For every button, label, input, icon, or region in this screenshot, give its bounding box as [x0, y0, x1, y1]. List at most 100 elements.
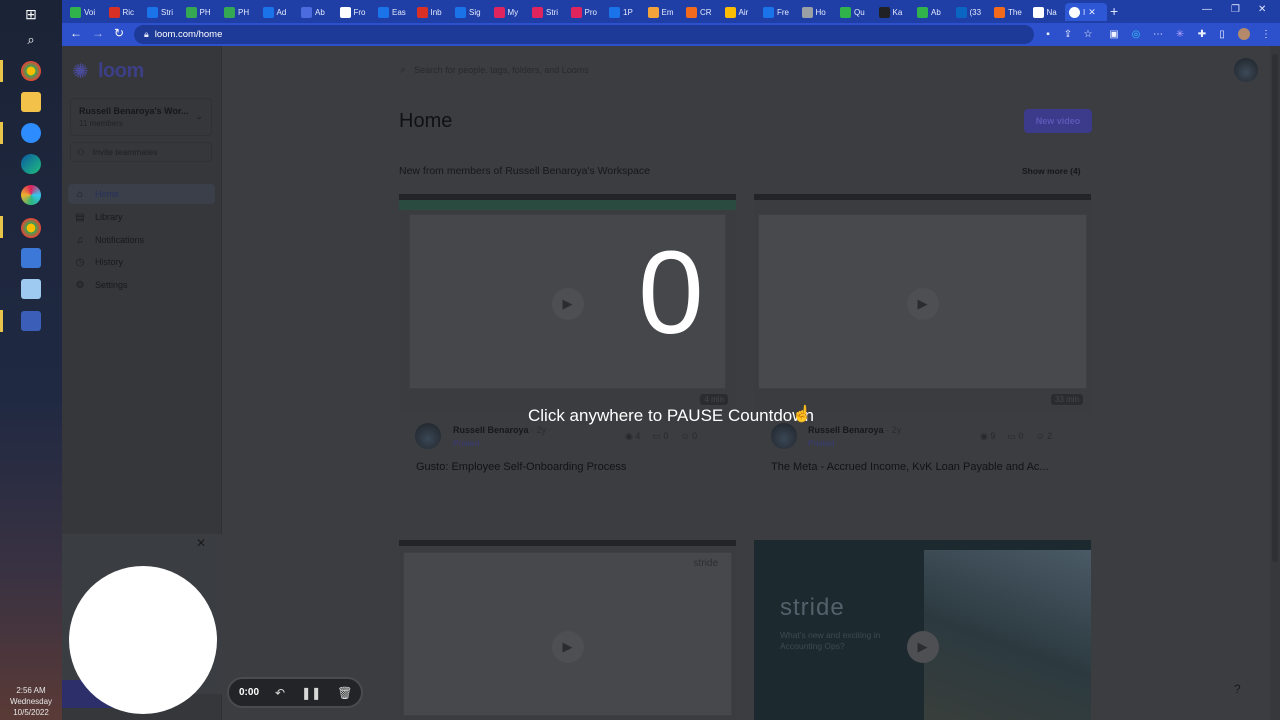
calculator-icon[interactable] — [21, 311, 41, 331]
tab-label: My — [507, 7, 519, 17]
close-window-icon[interactable]: ✕ — [1258, 4, 1266, 15]
search-icon[interactable]: ⌕ — [21, 30, 41, 50]
tab-label: Eas — [392, 7, 406, 17]
reload-icon[interactable]: ↻ — [114, 26, 124, 40]
tab-label: Voi — [84, 7, 96, 17]
browser-tab[interactable]: CR — [686, 3, 721, 21]
restart-icon[interactable]: ↶ — [275, 686, 285, 700]
extension-1-icon[interactable]: ▣ — [1108, 28, 1120, 40]
loom-extension-icon[interactable]: ✳ — [1174, 28, 1186, 40]
browser-tab[interactable]: Ab — [917, 3, 952, 21]
bookmark-star-icon[interactable]: ☆ — [1082, 28, 1094, 40]
share-icon[interactable]: ⇪ — [1062, 28, 1074, 40]
extension-2-icon[interactable]: ◎ — [1130, 28, 1142, 40]
countdown-overlay[interactable]: 0 Click anywhere to PAUSE Countdown — [62, 46, 1280, 720]
browser-tab[interactable]: PH — [185, 3, 221, 21]
lock-icon: 🔒︎ — [144, 29, 149, 39]
chrome-menu-icon[interactable]: ⋮ — [1260, 28, 1272, 40]
tab-favicon-icon — [570, 6, 582, 18]
camera-bubble[interactable] — [69, 566, 217, 714]
browser-tab[interactable]: Stri — [532, 3, 567, 21]
edge-icon[interactable] — [21, 154, 41, 174]
address-bar[interactable]: 🔒︎ loom.com/home — [134, 25, 1034, 44]
tab-favicon-icon — [224, 6, 235, 18]
tab-label: Sig — [469, 7, 481, 17]
browser-tab[interactable]: My — [493, 3, 529, 21]
browser-tab[interactable]: Ka — [878, 3, 914, 21]
close-tab-icon[interactable]: ✕ — [1088, 7, 1096, 18]
tab-label: Stri — [161, 7, 173, 17]
tab-favicon-icon — [108, 6, 120, 18]
tab-label: PH — [238, 7, 250, 17]
restore-icon[interactable]: ❐ — [1231, 4, 1240, 15]
browser-tab[interactable]: PH — [224, 3, 259, 21]
chrome-icon[interactable] — [21, 61, 41, 81]
browser-tab[interactable]: (33 — [955, 3, 991, 21]
browser-tab[interactable]: Fre — [763, 3, 798, 21]
new-tab-button[interactable]: + — [1110, 3, 1118, 19]
browser-tab[interactable]: Inb — [416, 3, 452, 21]
tab-label: Fro — [353, 7, 366, 17]
url-text: loom.com/home — [154, 29, 223, 40]
browser-tab[interactable]: Air — [724, 3, 760, 21]
browser-tab[interactable]: Ric — [108, 3, 144, 21]
outlook-icon[interactable] — [21, 248, 41, 268]
recording-controls: 0:00 ↶ ❚❚ 🗑︎ — [227, 677, 363, 708]
tab-favicon-icon — [262, 6, 274, 18]
system-clock[interactable]: 2:56 AM Wednesday 10/5/2022 — [0, 685, 62, 718]
browser-tab[interactable]: Em — [647, 3, 683, 21]
browser-tab[interactable]: Fro — [339, 3, 375, 21]
tab-label: Fre — [777, 7, 789, 17]
tab-favicon-icon — [994, 6, 1005, 18]
sidepanel-icon[interactable]: ▯ — [1216, 28, 1228, 40]
back-icon[interactable]: ← — [70, 26, 82, 40]
tab-favicon-icon — [493, 6, 505, 18]
browser-tab[interactable]: Ab — [301, 3, 336, 21]
tab-label: Qu — [854, 7, 865, 17]
browser-tab[interactable]: Eas — [378, 3, 413, 21]
browser-tab[interactable]: Na — [1032, 3, 1068, 21]
extension-3-icon[interactable]: ⋯ — [1152, 28, 1164, 40]
tab-favicon-icon — [532, 6, 543, 18]
browser-tab[interactable]: Sig — [455, 3, 490, 21]
tab-favicon-icon — [686, 6, 697, 18]
browser-tab[interactable]: Pro — [570, 3, 606, 21]
tab-favicon-icon — [801, 6, 813, 18]
tab-label: 1P — [623, 7, 633, 17]
tab-favicon-icon — [301, 6, 312, 18]
notes-icon[interactable] — [21, 279, 41, 299]
tab-favicon-icon — [378, 6, 389, 18]
pause-icon[interactable]: ❚❚ — [301, 686, 321, 700]
zoom-icon[interactable] — [21, 123, 41, 143]
browser-tab[interactable]: Ad — [262, 3, 298, 21]
loom-favicon-icon — [1069, 6, 1080, 18]
tab-label: Ho — [815, 7, 826, 17]
tab-favicon-icon — [70, 6, 81, 18]
tab-favicon-icon — [1032, 6, 1044, 18]
active-tab[interactable]: I ✕ — [1065, 3, 1107, 21]
chrome-profile-icon[interactable] — [21, 218, 41, 238]
active-tab-label: I — [1083, 7, 1086, 17]
recording-timer: 0:00 — [239, 687, 260, 698]
browser-tab[interactable]: Qu — [840, 3, 875, 21]
browser-tab[interactable]: Voi — [70, 3, 105, 21]
countdown-number: 0 — [638, 227, 704, 359]
camera-icon[interactable]: ▪ — [1042, 28, 1054, 40]
browser-tab[interactable]: Stri — [147, 3, 182, 21]
browser-tab[interactable]: 1P — [609, 3, 644, 21]
tab-favicon-icon — [763, 6, 774, 18]
browser-tab[interactable]: The — [994, 3, 1029, 21]
puzzle-extensions-icon[interactable]: ✚ — [1196, 28, 1208, 40]
browser-tab[interactable]: Ho — [801, 3, 837, 21]
windows-start-icon[interactable]: ⊞ — [21, 4, 41, 24]
tab-label: (33 — [969, 7, 982, 17]
tab-favicon-icon — [339, 6, 351, 18]
profile-avatar-icon[interactable] — [1238, 28, 1250, 40]
forward-icon[interactable]: → — [92, 26, 104, 40]
slack-icon[interactable] — [21, 185, 41, 205]
trash-icon[interactable]: 🗑︎ — [337, 686, 352, 700]
mouse-cursor-icon: ☝ — [792, 406, 812, 423]
minimize-icon[interactable]: — — [1202, 4, 1212, 15]
windows-taskbar: ⊞ ⌕ 2:56 AM Wednesday 10/5/2022 — [0, 0, 62, 720]
file-explorer-icon[interactable] — [21, 92, 41, 112]
